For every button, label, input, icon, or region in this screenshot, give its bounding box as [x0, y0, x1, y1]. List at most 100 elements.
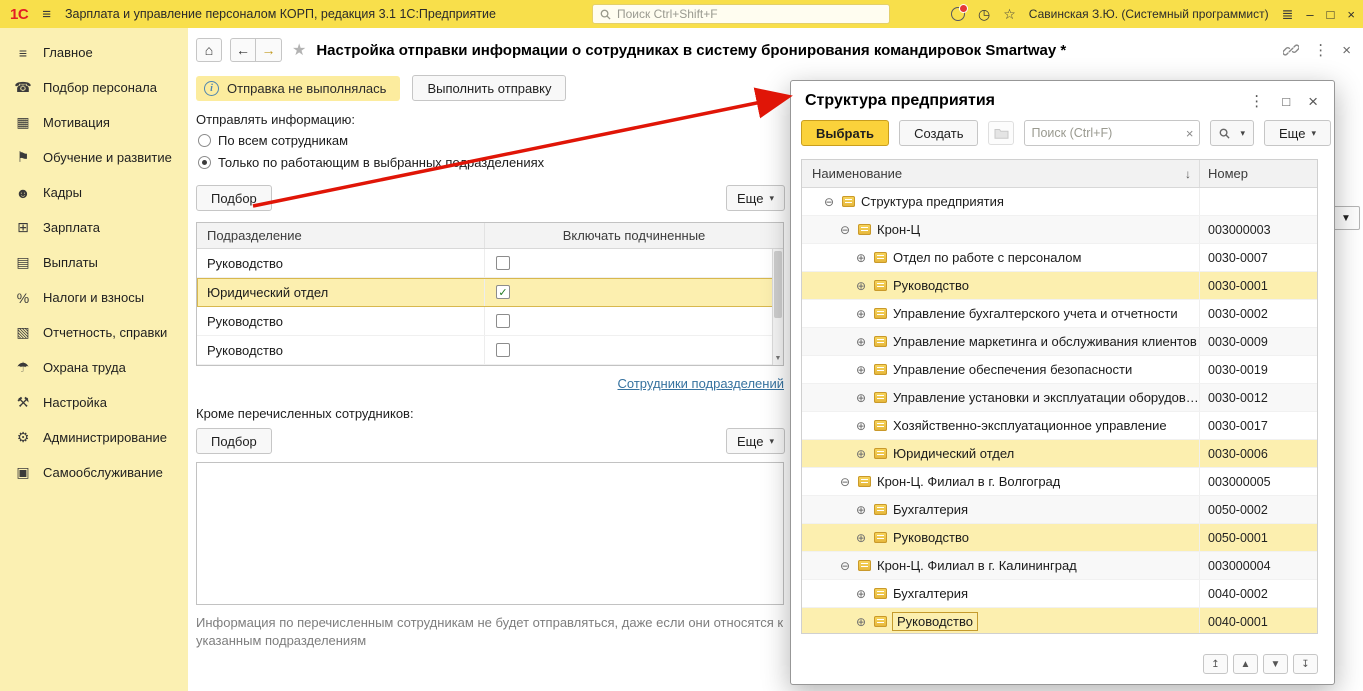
sidebar-item-zarplata[interactable]: ⊞ Зарплата [0, 210, 188, 245]
sidebar-item-kadry[interactable]: ☻ Кадры [0, 175, 188, 210]
expand-icon[interactable]: ⊕ [854, 420, 868, 432]
department-row[interactable]: Руководство [197, 336, 783, 365]
tree-row[interactable]: ⊕ Руководство 0030-0001 [802, 272, 1317, 300]
tree-row[interactable]: ⊕ Управление установки и эксплуатации обо… [802, 384, 1317, 412]
minimize-button[interactable]: – [1306, 8, 1313, 21]
tree-row[interactable]: ⊕ Отдел по работе с персоналом 0030-0007 [802, 244, 1317, 272]
tree-row[interactable]: ⊕ Бухгалтерия 0050-0002 [802, 496, 1317, 524]
sidebar-item-samoobsluzhivanie[interactable]: ▣ Самообслуживание [0, 455, 188, 490]
sidebar-item-ohrana-truda[interactable]: ☂ Охрана труда [0, 350, 188, 385]
expand-icon[interactable]: ⊕ [854, 364, 868, 376]
sidebar-item-administrirovanie[interactable]: ⚙ Администрирование [0, 420, 188, 455]
close-window-button[interactable]: × [1347, 8, 1355, 21]
global-search-input[interactable] [617, 7, 882, 21]
employees-more-button[interactable]: Еще ▾ [726, 428, 785, 454]
sidebar-item-vyplaty[interactable]: ▤ Выплаты [0, 245, 188, 280]
send-button[interactable]: Выполнить отправку [412, 75, 567, 101]
include-subordinates-checkbox[interactable] [496, 314, 510, 328]
sidebar-item-nastrojka[interactable]: ⚒ Настройка [0, 385, 188, 420]
collapse-icon[interactable]: ⊖ [838, 224, 852, 236]
include-subordinates-checkbox[interactable] [496, 256, 510, 270]
sidebar-item-obuchenie-i-razvitie[interactable]: ⚑ Обучение и развитие [0, 140, 188, 175]
more-vert-icon[interactable]: ⋮ [1313, 43, 1328, 58]
scrollbar-thumb[interactable] [774, 251, 782, 319]
dialog-maximize-icon[interactable]: □ [1282, 95, 1290, 108]
expand-icon[interactable]: ⊕ [854, 448, 868, 460]
sidebar-item-motivaciya[interactable]: ▦ Мотивация [0, 105, 188, 140]
collapse-icon[interactable]: ⊖ [822, 196, 836, 208]
expand-icon[interactable]: ⊕ [854, 588, 868, 600]
clear-search-icon[interactable]: × [1186, 126, 1194, 141]
forward-button[interactable]: → [256, 38, 282, 62]
expand-icon[interactable]: ⊕ [854, 532, 868, 544]
create-group-button[interactable] [988, 121, 1015, 145]
department-row[interactable]: Руководство [197, 249, 783, 278]
column-header-number[interactable]: Номер [1199, 160, 1317, 187]
create-button[interactable]: Создать [899, 120, 979, 146]
link-icon[interactable] [1283, 42, 1300, 58]
departments-scrollbar[interactable]: ▼ [772, 249, 783, 365]
department-employees-link[interactable]: Сотрудники подразделений [618, 376, 785, 391]
dialog-more-vert-icon[interactable]: ⋮ [1249, 94, 1264, 109]
radio-all-employees[interactable]: По всем сотрудникам [198, 133, 348, 148]
pick-departments-button[interactable]: Подбор [196, 185, 272, 211]
departments-more-button[interactable]: Еще ▾ [726, 185, 785, 211]
tree-row[interactable]: ⊕ Управление маркетинга и обслуживания кл… [802, 328, 1317, 356]
go-first-button[interactable]: ↥ [1203, 654, 1228, 674]
support-icon[interactable]: ≣ [1282, 7, 1294, 21]
go-up-button[interactable]: ▲ [1233, 654, 1258, 674]
sidebar-item-podbor-personala[interactable]: ☎ Подбор персонала [0, 70, 188, 105]
home-button[interactable]: ⌂ [196, 38, 222, 62]
background-dropdown-button[interactable]: ▼ [1332, 206, 1360, 230]
expand-icon[interactable]: ⊕ [854, 280, 868, 292]
tree-row[interactable]: ⊕ Руководство 0040-0001 [802, 608, 1317, 633]
expand-icon[interactable]: ⊕ [854, 504, 868, 516]
go-last-button[interactable]: ↧ [1293, 654, 1318, 674]
main-menu-button[interactable]: ≡ [42, 6, 51, 23]
search-button[interactable]: ▾ [1210, 120, 1254, 146]
tree-row[interactable]: ⊕ Руководство 0050-0001 [802, 524, 1317, 552]
favorite-star-icon[interactable]: ★ [292, 40, 306, 60]
tree-row[interactable]: ⊕ Управление бухгалтерского учета и отчет… [802, 300, 1317, 328]
maximize-button[interactable]: □ [1327, 8, 1335, 21]
include-subordinates-checkbox[interactable]: ✓ [496, 285, 510, 299]
tree-row[interactable]: ⊕ Бухгалтерия 0040-0002 [802, 580, 1317, 608]
dialog-close-icon[interactable]: × [1308, 93, 1318, 110]
radio-icon-selected[interactable] [198, 156, 211, 169]
expand-icon[interactable]: ⊕ [854, 392, 868, 404]
department-row[interactable]: Руководство [197, 307, 783, 336]
scrollbar-down-icon[interactable]: ▼ [773, 353, 783, 365]
radio-selected-departments[interactable]: Только по работающим в выбранных подразд… [198, 155, 544, 170]
favorites-icon[interactable]: ☆ [1003, 7, 1016, 21]
department-row[interactable]: Юридический отдел ✓ [197, 278, 783, 307]
expand-icon[interactable]: ⊕ [854, 308, 868, 320]
sidebar-item-glavnoe[interactable]: ≡ Главное [0, 35, 188, 70]
tree-row[interactable]: ⊖ Крон-Ц. Филиал в г. Калининград 00300000… [802, 552, 1317, 580]
tree-row[interactable]: ⊖ Крон-Ц 003000003 [802, 216, 1317, 244]
back-button[interactable]: ← [230, 38, 256, 62]
select-button[interactable]: Выбрать [801, 120, 890, 146]
tree-row[interactable]: ⊕ Управление обеспечения безопасности 0030… [802, 356, 1317, 384]
tree-row[interactable]: ⊖ Структура предприятия [802, 188, 1317, 216]
tree-row[interactable]: ⊖ Крон-Ц. Филиал в г. Волгоград 003000005 [802, 468, 1317, 496]
expand-icon[interactable]: ⊕ [854, 252, 868, 264]
user-menu[interactable]: Савинская З.Ю. (Системный программист) [1029, 7, 1269, 21]
history-icon[interactable]: ◷ [978, 7, 990, 21]
tree-row[interactable]: ⊕ Хозяйственно-эксплуатационное управлени… [802, 412, 1317, 440]
close-form-icon[interactable]: × [1342, 43, 1351, 58]
sidebar-item-nalogi-i-vznosy[interactable]: % Налоги и взносы [0, 280, 188, 315]
dialog-search-input[interactable] [1031, 126, 1182, 140]
radio-icon[interactable] [198, 134, 211, 147]
excluded-employees-list[interactable] [196, 462, 784, 605]
include-subordinates-checkbox[interactable] [496, 343, 510, 357]
expand-icon[interactable]: ⊕ [854, 336, 868, 348]
dialog-more-button[interactable]: Еще ▾ [1264, 120, 1331, 146]
collapse-icon[interactable]: ⊖ [838, 560, 852, 572]
pick-employees-button[interactable]: Подбор [196, 428, 272, 454]
column-header-name[interactable]: Наименование ↓ [802, 160, 1199, 187]
collapse-icon[interactable]: ⊖ [838, 476, 852, 488]
tree-row[interactable]: ⊕ Юридический отдел 0030-0006 [802, 440, 1317, 468]
go-down-button[interactable]: ▼ [1263, 654, 1288, 674]
expand-icon[interactable]: ⊕ [854, 616, 868, 628]
sidebar-item-otchetnost-spravki[interactable]: ▧ Отчетность, справки [0, 315, 188, 350]
